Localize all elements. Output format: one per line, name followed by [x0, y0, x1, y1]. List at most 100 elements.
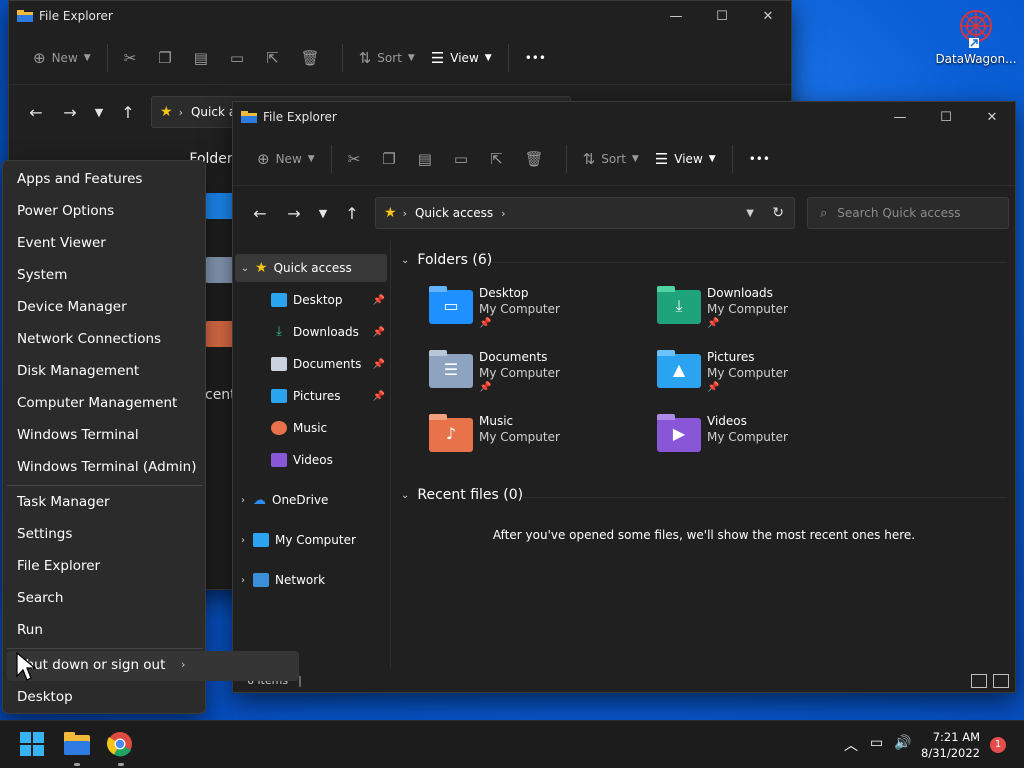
taskbar-chrome[interactable] — [107, 731, 135, 759]
sort-button[interactable]: ⇅ Sort ▼ — [575, 143, 647, 175]
minimize-button[interactable]: — — [653, 1, 699, 31]
cut-button[interactable]: ✂ — [116, 42, 151, 74]
toolbar-divider — [731, 144, 733, 173]
delete-button[interactable]: 🗑 — [517, 143, 558, 175]
nav-item-desktop[interactable]: Desktop 📌 — [233, 286, 389, 314]
recent-locations-button[interactable]: ▼ — [87, 96, 111, 128]
chevron-up-icon[interactable]: ︿ — [844, 735, 858, 755]
menu-item-desktop[interactable]: Desktop — [17, 689, 73, 705]
chevron-right-icon[interactable]: › — [233, 575, 253, 586]
menu-item-run[interactable]: Run — [17, 622, 43, 638]
pin-icon: 📌 — [479, 382, 492, 393]
cut-button[interactable]: ✂ — [340, 143, 375, 175]
volume-icon[interactable]: 🔊 — [894, 735, 911, 751]
menu-item-windows-terminal[interactable]: Windows Terminal — [17, 427, 139, 443]
delete-button[interactable]: 🗑 — [293, 42, 334, 74]
forward-button[interactable]: → — [277, 197, 311, 229]
file-explorer-window[interactable]: File Explorer — ☐ ✕ ⊕ New ▼ ✂ ❐ ▤ ▭ ⇱ 🗑 … — [232, 101, 1016, 693]
tiles-view-icon[interactable] — [993, 674, 1009, 688]
menu-item-shut-down-or-sign-out[interactable]: Shut down or sign out — [17, 657, 165, 673]
search-box[interactable]: ⌕ Search Quick access — [807, 197, 1009, 229]
network-icon[interactable]: ▭ — [870, 735, 883, 751]
maximize-button[interactable]: ☐ — [699, 1, 745, 31]
folder-tile-desktop[interactable]: ▭ Desktop My Computer 📌 — [429, 286, 649, 346]
copy-button[interactable]: ❐ — [374, 143, 409, 175]
menu-item-settings[interactable]: Settings — [17, 526, 72, 542]
nav-quick-access[interactable]: ⌄ ★ Quick access — [235, 254, 387, 282]
menu-item-search[interactable]: Search — [17, 590, 63, 606]
new-button[interactable]: ⊕ New ▼ — [25, 42, 99, 74]
folder-tile-videos[interactable]: ▶ Videos My Computer — [657, 414, 877, 474]
nav-item-documents[interactable]: Documents 📌 — [233, 350, 389, 378]
recent-locations-button[interactable]: ▼ — [311, 197, 335, 229]
taskbar-file-explorer[interactable] — [63, 731, 91, 759]
menu-item-power-options[interactable]: Power Options — [17, 203, 114, 219]
menu-item-network-connections[interactable]: Network Connections — [17, 331, 161, 347]
nav-my-computer[interactable]: › My Computer — [233, 526, 389, 554]
more-options-button[interactable]: ••• — [517, 42, 554, 74]
menu-item-system[interactable]: System — [17, 267, 67, 283]
nav-item-pictures[interactable]: Pictures 📌 — [233, 382, 389, 410]
paste-button[interactable]: ▤ — [410, 143, 446, 175]
nav-item-videos[interactable]: Videos — [233, 446, 389, 474]
close-button[interactable]: ✕ — [745, 1, 791, 31]
view-icon: ☰ — [654, 149, 669, 168]
notification-badge[interactable]: 1 — [990, 737, 1006, 753]
desktop-shortcut-datawagon[interactable]: DataWagon... — [934, 8, 1018, 78]
chevron-right-icon[interactable]: › — [233, 495, 253, 506]
new-button[interactable]: ⊕ New ▼ — [249, 143, 323, 175]
nav-network[interactable]: › Network — [233, 566, 389, 594]
menu-item-task-manager[interactable]: Task Manager — [17, 494, 110, 510]
view-button[interactable]: ☰ View ▼ — [647, 143, 724, 175]
sort-button[interactable]: ⇅ Sort ▼ — [351, 42, 423, 74]
pin-icon[interactable]: 📌 — [373, 295, 385, 306]
menu-item-computer-management[interactable]: Computer Management — [17, 395, 177, 411]
nav-item-downloads[interactable]: ⤓ Downloads 📌 — [233, 318, 389, 346]
share-button[interactable]: ⇱ — [482, 143, 517, 175]
chevron-right-icon[interactable]: › — [233, 535, 253, 546]
content-pane: ⌄ Folders (6) ▭ Desktop My Computer 📌 ⤓ … — [393, 240, 1015, 668]
paste-button[interactable]: ▤ — [186, 42, 222, 74]
more-options-button[interactable]: ••• — [741, 143, 778, 175]
pin-icon[interactable]: 📌 — [373, 327, 385, 338]
menu-item-event-viewer[interactable]: Event Viewer — [17, 235, 106, 251]
copy-button[interactable]: ❐ — [150, 42, 185, 74]
back-button[interactable]: ← — [19, 96, 53, 128]
details-view-icon[interactable] — [971, 674, 987, 688]
title-bar[interactable]: File Explorer — ☐ ✕ — [9, 1, 791, 31]
up-button[interactable]: ↑ — [111, 96, 145, 128]
menu-item-apps-and-features[interactable]: Apps and Features — [17, 171, 142, 187]
nav-item-music[interactable]: Music — [233, 414, 389, 442]
forward-button[interactable]: → — [53, 96, 87, 128]
nav-onedrive[interactable]: › ☁ OneDrive — [233, 486, 389, 514]
clock[interactable]: 7:21 AM 8/31/2022 — [921, 729, 980, 761]
address-dropdown-icon[interactable]: ▼ — [746, 208, 754, 219]
pin-icon[interactable]: 📌 — [373, 391, 385, 402]
toolbar: ⊕ New ▼ ✂ ❐ ▤ ▭ ⇱ 🗑 ⇅ Sort ▼ ☰ View ▼ ••… — [233, 132, 1015, 186]
folder-tile-pictures[interactable]: ▲ Pictures My Computer 📌 — [657, 350, 877, 410]
folder-tile-downloads[interactable]: ⤓ Downloads My Computer 📌 — [657, 286, 877, 346]
minimize-button[interactable]: — — [877, 102, 923, 132]
folders-section-header[interactable]: ⌄ Folders (6) — [401, 252, 492, 268]
title-bar[interactable]: File Explorer — ☐ ✕ — [233, 102, 1015, 132]
folder-tile-music[interactable]: ♪ Music My Computer — [429, 414, 649, 474]
maximize-button[interactable]: ☐ — [923, 102, 969, 132]
chevron-down-icon[interactable]: ⌄ — [235, 263, 255, 274]
rename-button[interactable]: ▭ — [446, 143, 482, 175]
menu-item-file-explorer[interactable]: File Explorer — [17, 558, 100, 574]
menu-item-disk-management[interactable]: Disk Management — [17, 363, 139, 379]
start-button[interactable] — [19, 731, 47, 759]
view-button[interactable]: ☰ View ▼ — [423, 42, 500, 74]
up-button[interactable]: ↑ — [335, 197, 369, 229]
close-button[interactable]: ✕ — [969, 102, 1015, 132]
recent-files-section-header[interactable]: ⌄ Recent files (0) — [401, 487, 523, 503]
menu-item-device-manager[interactable]: Device Manager — [17, 299, 127, 315]
back-button[interactable]: ← — [243, 197, 277, 229]
pin-icon[interactable]: 📌 — [373, 359, 385, 370]
refresh-icon[interactable]: ↻ — [772, 205, 784, 221]
menu-item-windows-terminal-admin[interactable]: Windows Terminal (Admin) — [17, 459, 196, 475]
share-button[interactable]: ⇱ — [258, 42, 293, 74]
rename-button[interactable]: ▭ — [222, 42, 258, 74]
address-bar[interactable]: ★ › Quick access › ▼ ↻ — [375, 197, 795, 229]
folder-tile-documents[interactable]: ☰ Documents My Computer 📌 — [429, 350, 649, 410]
